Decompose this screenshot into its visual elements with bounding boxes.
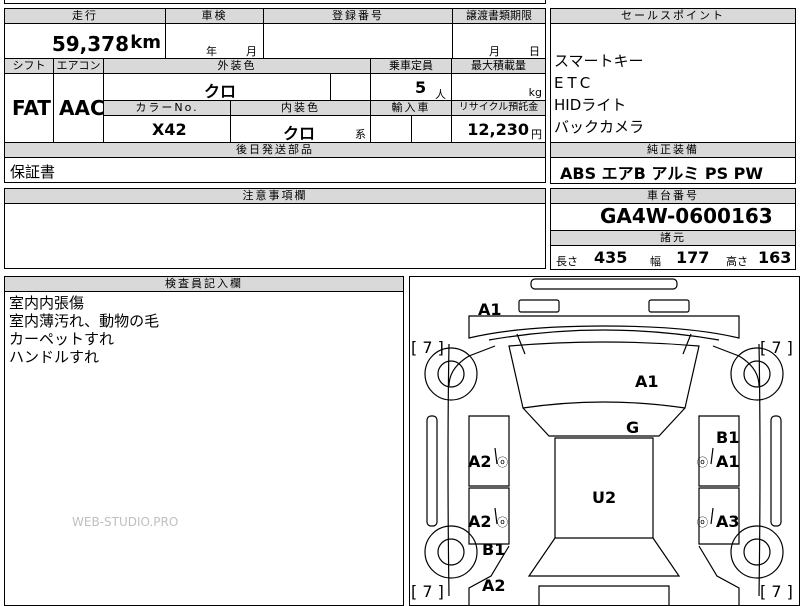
mark-left-rear-door: A2	[468, 512, 492, 531]
width-label: 幅	[650, 255, 661, 268]
length-value: 435	[594, 248, 628, 267]
circle-mark-icon: ⓞ	[697, 516, 708, 529]
inspector-line: ハンドルすれ	[9, 348, 100, 366]
notes-cell	[4, 203, 546, 269]
mark-windshield: G	[626, 418, 640, 437]
interior-color-header: 内装色	[230, 100, 371, 116]
accessories-value: 保証書	[10, 163, 56, 181]
interior-color-cell: クロ 系	[230, 115, 371, 143]
exterior-color-header: 外装色	[103, 58, 371, 74]
transfer-day-unit: 日	[529, 45, 540, 58]
import-car-cell	[370, 115, 452, 143]
circle-mark-icon: ⓞ	[497, 456, 508, 469]
shift-cell: FAT	[4, 73, 54, 143]
mark-roof: U2	[592, 488, 617, 507]
recycle-fee-value: 12,230	[467, 120, 529, 139]
max-load-header: 最大積載量	[451, 58, 546, 74]
sales-point-item: HIDライト	[554, 96, 627, 114]
recycle-fee-cell: 12,230 円	[451, 115, 546, 143]
car-diagram	[424, 278, 784, 606]
length-label: 長さ	[556, 255, 578, 268]
shift-value: FAT	[12, 96, 51, 120]
registration-cell	[263, 23, 453, 59]
height-value: 163	[758, 248, 792, 267]
registration-header: 登録番号	[263, 8, 453, 24]
max-load-unit: kg	[528, 86, 542, 99]
inspection-year-unit: 年	[206, 45, 217, 58]
recycle-fee-header: リサイクル預託金	[451, 100, 546, 116]
sales-points-list: スマートキー ETC HIDライト バックカメラ	[554, 50, 792, 138]
transfer-month-unit: 月	[489, 45, 500, 58]
mark-left-rear-bumper: A2	[482, 576, 506, 595]
capacity-header: 乗車定員	[370, 58, 452, 74]
width-value: 177	[676, 248, 710, 267]
transfer-deadline-header: 譲渡書類期限	[452, 8, 546, 24]
sales-point-item: バックカメラ	[554, 118, 645, 136]
equipment-header: 純正装備	[550, 142, 796, 158]
mileage-header: 走行	[4, 8, 166, 24]
notes-header: 注意事項欄	[4, 188, 546, 204]
mark-front-bumper: A1	[478, 300, 502, 319]
interior-color-value: クロ	[283, 124, 316, 143]
color-no-header: カラーNo.	[103, 100, 231, 116]
import-car-header: 輸入車	[370, 100, 452, 116]
inspector-lines: 室内内張傷 室内薄汚れ、動物の毛 カーペットすれ ハンドルすれ	[9, 294, 399, 366]
color-no-value: X42	[152, 120, 187, 139]
mark-left-rear-quarter: B1	[482, 540, 506, 559]
max-load-cell: kg	[451, 73, 546, 101]
inspector-line: 室内薄汚れ、動物の毛	[9, 312, 160, 330]
equipment-value: ABS エアB アルミ PS PW	[560, 164, 764, 183]
mileage-unit: km	[130, 32, 161, 53]
accessories-header: 後日発送部品	[4, 142, 546, 158]
watermark: WEB-STUDIO.PRO	[72, 515, 179, 529]
circle-mark-icon: ⓞ	[497, 516, 508, 529]
top-partial-row	[4, 0, 546, 4]
transfer-deadline-cell: 月 日	[452, 23, 546, 59]
dimensions-row: 長さ 435 幅 177 高さ 163	[550, 246, 796, 270]
inspector-line: 室内内張傷	[9, 294, 85, 312]
inspector-header: 検査員記入欄	[4, 276, 404, 292]
aircon-cell: AAC	[53, 73, 105, 143]
exterior-color-value: クロ	[204, 82, 237, 101]
aircon-value: AAC	[59, 96, 105, 120]
inspection-month-unit: 月	[246, 45, 257, 58]
mileage-value: 59,378	[51, 32, 129, 56]
exterior-color-cell: クロ	[103, 73, 371, 101]
accessories-cell: 保証書	[4, 157, 546, 183]
tire-tread-rear-right: [ 7 ]	[760, 582, 793, 601]
mark-right-front-fender: A1	[716, 452, 740, 471]
color-no-cell: X42	[103, 115, 231, 143]
circle-mark-icon: ⓞ	[697, 456, 708, 469]
tire-tread-front-left: [ 7 ]	[411, 338, 444, 357]
mark-right-rear-door: A3	[716, 512, 740, 531]
inspection-cell: 年 月	[165, 23, 264, 59]
mark-left-front-door: A2	[468, 452, 492, 471]
mark-hood: A1	[635, 372, 659, 391]
height-label: 高さ	[726, 255, 748, 268]
inspection-header: 車検	[165, 8, 264, 24]
tire-tread-front-right: [ 7 ]	[760, 338, 793, 357]
mark-right-front-fender-upper: B1	[716, 428, 740, 447]
dimensions-header: 諸元	[550, 230, 796, 246]
recycle-fee-unit: 円	[531, 128, 542, 141]
sales-points-header: セールスポイント	[550, 8, 796, 24]
mileage-cell: 59,378 km	[4, 23, 166, 59]
inspector-line: カーペットすれ	[9, 330, 115, 348]
chassis-header: 車台番号	[550, 188, 796, 204]
sales-point-item: スマートキー	[554, 52, 644, 70]
shift-header: シフト	[4, 58, 54, 74]
interior-color-suffix: 系	[355, 128, 366, 141]
capacity-cell: 5 人	[370, 73, 452, 101]
chassis-value: GA4W-0600163	[600, 204, 773, 228]
aircon-header: エアコン	[53, 58, 104, 74]
sales-point-item: ETC	[554, 74, 595, 92]
capacity-value: 5	[415, 78, 427, 97]
tire-tread-rear-left: [ 7 ]	[411, 582, 444, 601]
